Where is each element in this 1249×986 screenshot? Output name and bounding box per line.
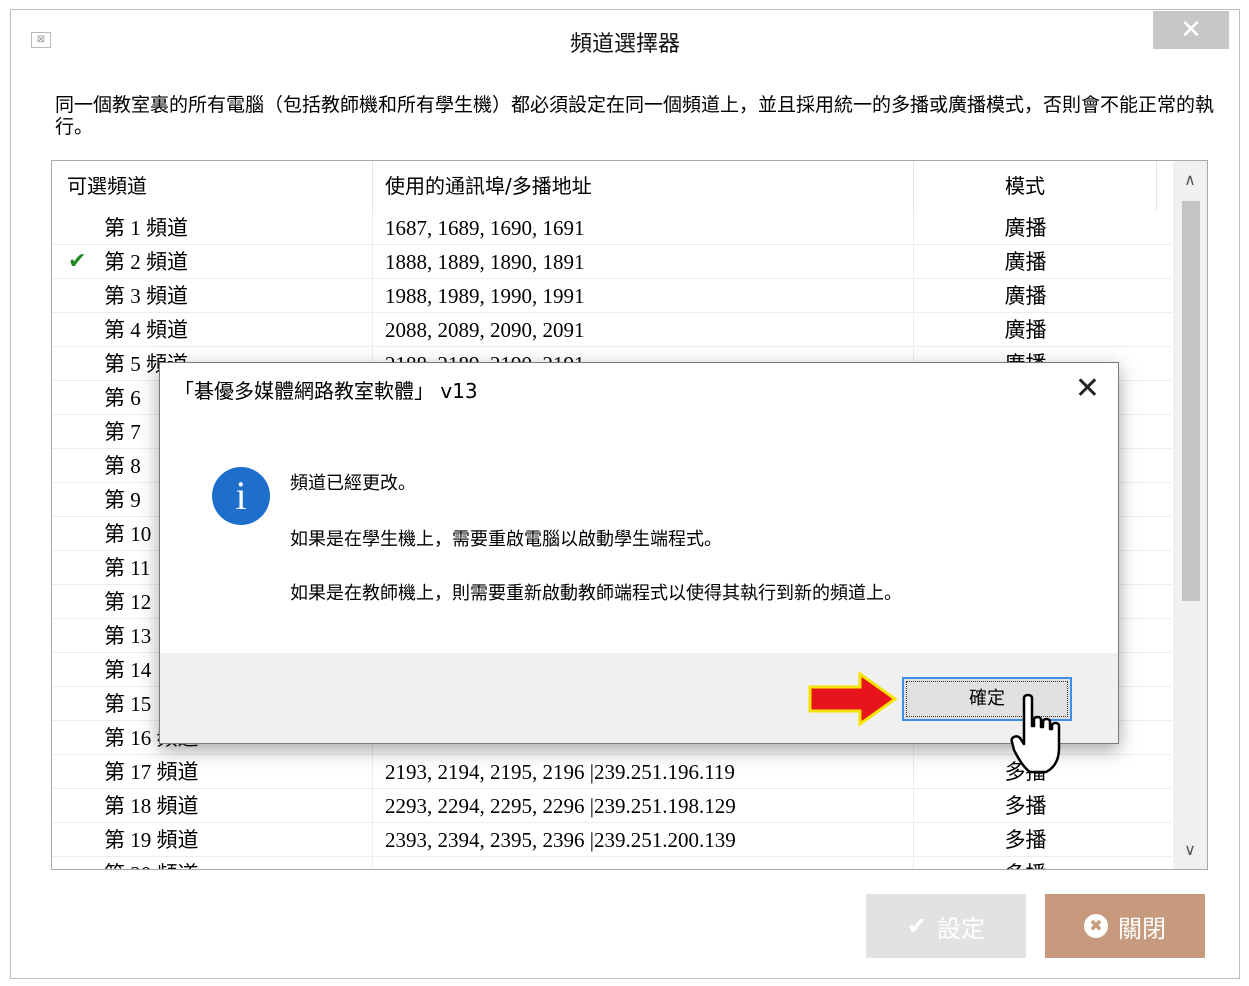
set-button[interactable]: ✔ 設定: [866, 894, 1026, 958]
channel-name: 第 10: [104, 522, 152, 546]
window-title: 頻道選擇器: [569, 32, 680, 57]
channel-name: 第 7: [104, 420, 141, 444]
cell-mode: 廣播: [1004, 250, 1047, 274]
cell-ports: 1988, 1989, 1990, 1991: [373, 279, 914, 312]
set-button-label: 設定: [937, 914, 986, 943]
list-row[interactable]: ✔ 第 2 頻道 1888, 1889, 1890, 1891 廣播: [52, 245, 1172, 279]
channel-name: 第 18 頻道: [104, 794, 199, 818]
close-button[interactable]: ✖ 關閉: [1045, 894, 1205, 958]
cell-mode: 多播: [1004, 828, 1047, 852]
cell-channel: 第 20 頻道: [52, 857, 373, 869]
list-row[interactable]: 第 1 頻道 1687, 1689, 1690, 1691 廣播: [52, 211, 1172, 245]
list-row[interactable]: 第 3 頻道 1988, 1989, 1990, 1991 廣播: [52, 279, 1172, 313]
channel-name: 第 14: [104, 658, 152, 682]
list-row[interactable]: 第 4 頻道 2088, 2089, 2090, 2091 廣播: [52, 313, 1172, 347]
dialog-message-2: 如果是在學生機上，需要重啟電腦以啟動學生端程式。: [290, 529, 722, 550]
cell-ports: [373, 857, 914, 869]
info-icon: i: [212, 467, 270, 525]
dialog-message-3: 如果是在教師機上，則需要重新啟動教師端程式以使得其執行到新的頻道上。: [290, 583, 902, 604]
channel-name: 第 8: [104, 454, 141, 478]
channel-name: 第 6: [104, 386, 141, 410]
channel-name: 第 11: [104, 556, 151, 580]
channel-name: 第 19 頻道: [104, 828, 199, 852]
cell-mode: 多播: [1004, 794, 1047, 818]
cell-ports: 1687, 1689, 1690, 1691: [373, 211, 914, 244]
channel-name: 第 3 頻道: [104, 284, 188, 308]
dialog-title: 「碁優多媒體網路教室軟體」 v13: [174, 379, 478, 403]
cell-channel: 第 17 頻道: [52, 755, 373, 788]
channel-name: 第 15: [104, 692, 152, 716]
cell-channel: 第 4 頻道: [52, 313, 373, 346]
list-row[interactable]: 第 18 頻道 2293, 2294, 2295, 2296 |239.251.1…: [52, 789, 1172, 823]
window-close-button[interactable]: ✕: [1153, 11, 1229, 49]
cell-mode: 廣播: [1004, 284, 1047, 308]
channel-name: 第 13: [104, 624, 152, 648]
dialog-close-button[interactable]: ✕: [1075, 369, 1100, 409]
info-dialog: 「碁優多媒體網路教室軟體」 v13 ✕ i 頻道已經更改。 如果是在學生機上，需…: [159, 362, 1119, 744]
channel-name: 第 20 頻道: [104, 857, 199, 869]
channel-name: 第 4 頻道: [104, 318, 188, 342]
column-header-ports[interactable]: 使用的通訊埠/多播地址: [373, 161, 914, 211]
channel-name: 第 17 頻道: [104, 760, 199, 784]
scroll-up-icon[interactable]: ∧: [1173, 161, 1207, 199]
cell-channel: 第 18 頻道: [52, 789, 373, 822]
selected-check-icon: ✔: [68, 249, 87, 274]
scroll-thumb[interactable]: [1182, 201, 1200, 601]
column-header-mode[interactable]: 模式: [914, 161, 1157, 211]
title-bar: ⊠ 頻道選擇器 ✕: [11, 10, 1239, 72]
check-icon: ✔: [906, 912, 928, 940]
hand-cursor-icon: [1010, 693, 1061, 774]
close-circle-icon: ✖: [1084, 914, 1108, 938]
cell-mode: 多播: [914, 857, 1157, 869]
channel-name: 第 1 頻道: [104, 216, 188, 240]
cell-mode: 廣播: [1004, 216, 1047, 240]
channel-name: 第 12: [104, 590, 152, 614]
column-header-channel[interactable]: 可選頻道: [52, 161, 373, 211]
list-row[interactable]: 第 17 頻道 2193, 2194, 2195, 2196 |239.251.1…: [52, 755, 1172, 789]
cell-ports: 2193, 2194, 2195, 2196 |239.251.196.119: [373, 755, 914, 788]
cell-ports: 2088, 2089, 2090, 2091: [373, 313, 914, 346]
channel-name: 第 2 頻道: [104, 250, 188, 274]
cell-ports: 2393, 2394, 2395, 2396 |239.251.200.139: [373, 823, 914, 856]
cell-channel: ✔ 第 2 頻道: [52, 245, 373, 278]
channel-name: 第 9: [104, 488, 141, 512]
description-text: 同一個教室裏的所有電腦（包括教師機和所有學生機）都必須設定在同一個頻道上，並且採…: [55, 94, 1215, 138]
close-button-label: 關閉: [1118, 914, 1166, 943]
dialog-message-1: 頻道已經更改。: [290, 473, 416, 494]
cell-ports: 2293, 2294, 2295, 2296 |239.251.198.129: [373, 789, 914, 822]
list-row[interactable]: 第 19 頻道 2393, 2394, 2395, 2396 |239.251.2…: [52, 823, 1172, 857]
scroll-down-icon[interactable]: ∨: [1173, 831, 1207, 869]
list-header: 可選頻道 使用的通訊埠/多播地址 模式: [52, 161, 1172, 211]
vertical-scrollbar[interactable]: ∧ ∨: [1173, 161, 1207, 869]
cell-mode: 廣播: [1004, 318, 1047, 342]
cell-channel: 第 3 頻道: [52, 279, 373, 312]
cell-channel: 第 1 頻道: [52, 211, 373, 244]
cell-ports: 1888, 1889, 1890, 1891: [373, 245, 914, 278]
cell-channel: 第 19 頻道: [52, 823, 373, 856]
list-row[interactable]: 第 20 頻道 多播: [52, 857, 1172, 869]
red-arrow-icon: [808, 671, 898, 727]
